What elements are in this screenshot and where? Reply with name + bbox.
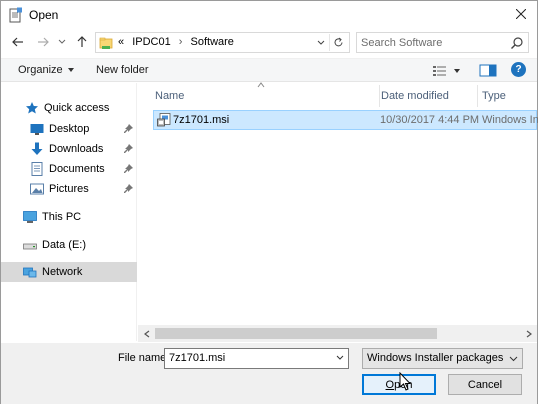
breadcrumb-item-software[interactable]: Software bbox=[191, 36, 234, 48]
nav-data-drive-label: Data (E:) bbox=[42, 239, 87, 251]
navigation-row: « IPDC01 › Software bbox=[1, 30, 537, 56]
recent-locations-button[interactable] bbox=[54, 34, 70, 50]
organize-label: Organize bbox=[18, 64, 63, 76]
desktop-icon bbox=[30, 124, 44, 135]
details-view-icon bbox=[433, 65, 446, 76]
documents-icon bbox=[31, 162, 43, 176]
back-arrow-icon bbox=[12, 37, 23, 47]
new-folder-button[interactable]: New folder bbox=[96, 64, 149, 76]
nav-quick-access-label: Quick access bbox=[44, 102, 110, 114]
chevron-down-icon bbox=[454, 68, 460, 73]
breadcrumb-separator-icon[interactable]: › bbox=[179, 36, 183, 48]
file-type-select[interactable]: Windows Installer packages (*.r bbox=[362, 348, 523, 369]
dialog-footer: File name: 7z1701.msi Windows Installer … bbox=[1, 343, 537, 404]
nav-item-pictures[interactable]: Pictures bbox=[1, 179, 137, 199]
chevron-down-icon bbox=[58, 39, 66, 44]
folder-icon bbox=[99, 37, 113, 49]
command-bar: Organize New folder ? bbox=[1, 58, 537, 82]
search-icon[interactable] bbox=[510, 36, 524, 50]
breadcrumb: « IPDC01 › Software bbox=[118, 36, 234, 48]
refresh-button[interactable] bbox=[329, 34, 347, 51]
change-view-button[interactable] bbox=[432, 63, 464, 78]
nav-this-pc-label: This PC bbox=[42, 211, 82, 223]
scroll-right-button[interactable] bbox=[520, 325, 537, 342]
file-type: Windows Ins bbox=[482, 114, 538, 126]
pictures-icon bbox=[30, 183, 44, 195]
close-button[interactable] bbox=[509, 3, 533, 25]
back-button[interactable] bbox=[10, 34, 26, 50]
dialog-app-icon bbox=[9, 7, 22, 23]
preview-pane-icon[interactable] bbox=[479, 63, 497, 78]
up-button[interactable] bbox=[74, 34, 90, 50]
nav-item-desktop[interactable]: Desktop bbox=[1, 119, 137, 139]
file-name-label: File name: bbox=[118, 352, 170, 364]
file-row[interactable]: 7z1701.msi 10/30/2017 4:44 PM Windows In… bbox=[153, 110, 538, 130]
nav-item-label: Documents bbox=[49, 163, 105, 175]
column-header-type[interactable]: Type bbox=[477, 85, 537, 107]
drive-icon bbox=[23, 243, 37, 250]
file-name-field[interactable]: 7z1701.msi bbox=[164, 348, 349, 369]
scrollbar-thumb[interactable] bbox=[155, 328, 437, 339]
address-bar[interactable]: « IPDC01 › Software bbox=[95, 32, 350, 53]
title-bar: Open bbox=[1, 1, 537, 29]
nav-network-label: Network bbox=[42, 266, 83, 278]
cancel-button[interactable]: Cancel bbox=[448, 374, 522, 395]
forward-button[interactable] bbox=[35, 34, 51, 50]
nav-quick-access[interactable]: Quick access bbox=[1, 98, 137, 118]
chevron-down-icon bbox=[67, 68, 74, 73]
file-list: Name Date modified Type 7z1701.msi 10/30… bbox=[138, 82, 538, 341]
chevron-down-icon bbox=[317, 40, 325, 45]
mouse-cursor-icon bbox=[399, 372, 412, 391]
nav-item-label: Desktop bbox=[49, 123, 90, 135]
nav-item-documents[interactable]: Documents bbox=[1, 159, 137, 179]
breadcrumb-item-ipdc01[interactable]: IPDC01 bbox=[132, 36, 171, 48]
msi-package-icon bbox=[157, 113, 171, 127]
help-icon: ? bbox=[515, 64, 522, 75]
downloads-icon bbox=[31, 142, 43, 155]
nav-item-label: Pictures bbox=[49, 183, 89, 195]
nav-network[interactable]: Network bbox=[1, 262, 137, 282]
refresh-icon bbox=[334, 37, 343, 47]
chevron-left-icon bbox=[143, 330, 149, 337]
nav-this-pc[interactable]: This PC bbox=[1, 207, 137, 227]
address-dropdown-button[interactable] bbox=[315, 36, 327, 50]
network-icon bbox=[23, 267, 37, 278]
window-title: Open bbox=[29, 8, 59, 22]
up-arrow-icon bbox=[77, 36, 87, 47]
close-icon bbox=[516, 9, 526, 19]
file-name-value: 7z1701.msi bbox=[169, 352, 226, 364]
pin-icon[interactable] bbox=[124, 144, 133, 154]
column-header-date-modified[interactable]: Date modified bbox=[379, 85, 474, 107]
column-header-name[interactable]: Name bbox=[155, 85, 375, 107]
horizontal-scrollbar[interactable] bbox=[138, 325, 537, 342]
nav-item-label: Downloads bbox=[49, 143, 104, 155]
chevron-right-icon bbox=[526, 330, 532, 337]
file-date-modified: 10/30/2017 4:44 PM bbox=[380, 114, 480, 126]
organize-button[interactable]: Organize bbox=[18, 64, 74, 76]
search-input[interactable] bbox=[361, 35, 506, 50]
help-button[interactable]: ? bbox=[511, 62, 526, 77]
pin-icon[interactable] bbox=[124, 184, 133, 194]
open-file-dialog: Open « IPDC01 › Software Search Software… bbox=[0, 0, 538, 404]
search-box[interactable] bbox=[356, 32, 529, 53]
nav-data-drive[interactable]: Data (E:) bbox=[1, 235, 137, 255]
chevron-down-icon[interactable] bbox=[335, 353, 345, 363]
breadcrumb-overflow[interactable]: « bbox=[118, 36, 124, 48]
file-type-value: Windows Installer packages (*.r bbox=[367, 352, 507, 364]
scroll-left-button[interactable] bbox=[138, 325, 155, 342]
chevron-down-icon bbox=[509, 356, 518, 362]
navigation-pane: Quick access Desktop Downloads Documents… bbox=[1, 83, 137, 341]
pin-icon[interactable] bbox=[124, 124, 133, 134]
forward-arrow-icon bbox=[38, 37, 49, 47]
star-icon bbox=[26, 102, 38, 114]
file-name: 7z1701.msi bbox=[173, 114, 230, 126]
computer-icon bbox=[23, 211, 37, 223]
nav-item-downloads[interactable]: Downloads bbox=[1, 139, 137, 159]
pin-icon[interactable] bbox=[124, 164, 133, 174]
